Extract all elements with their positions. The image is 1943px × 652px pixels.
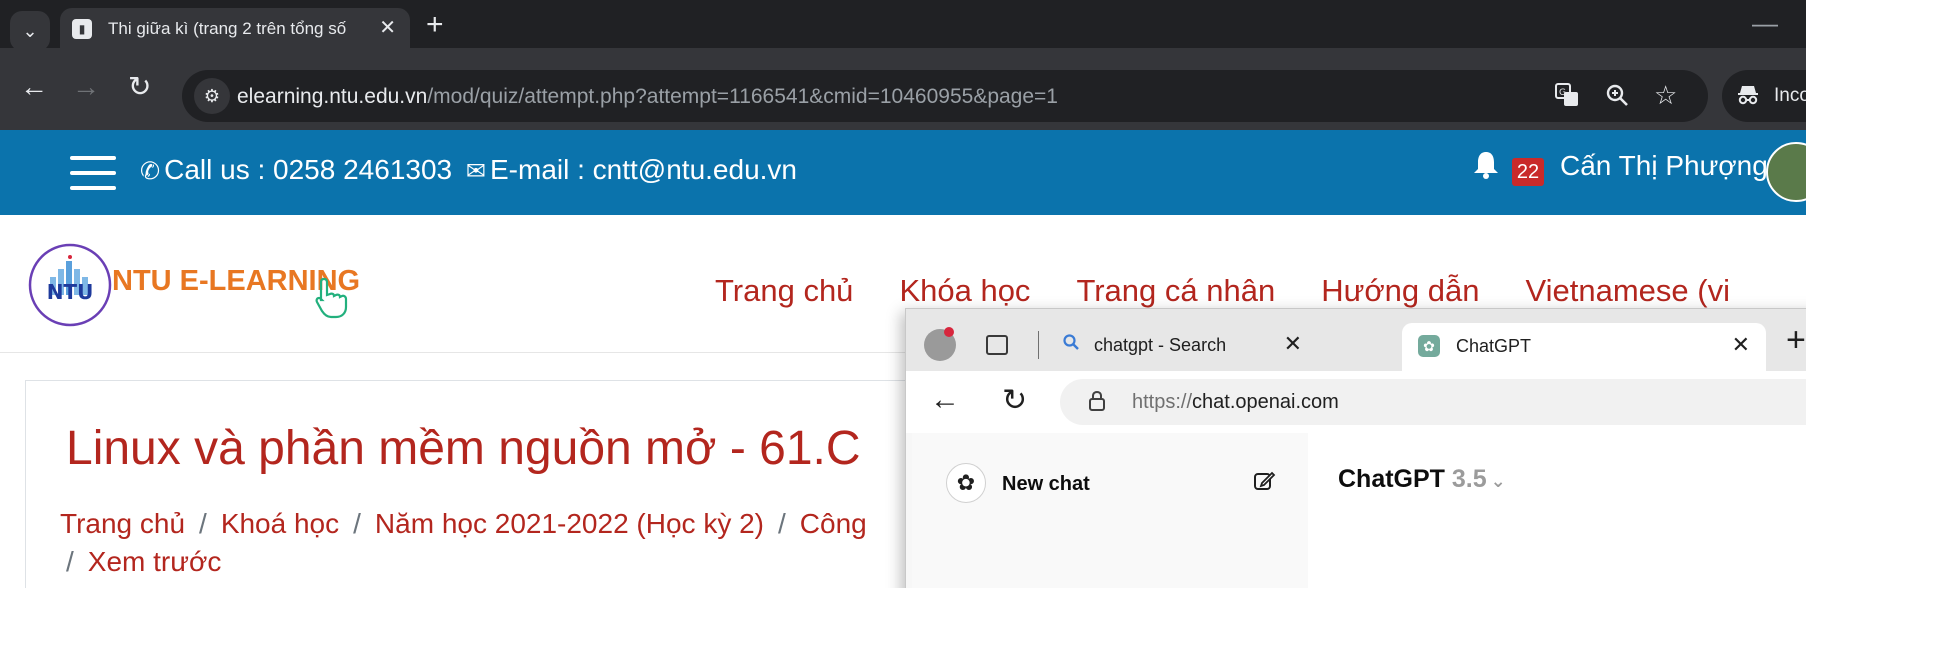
tab-close-icon[interactable]: ✕: [1284, 331, 1302, 357]
tab-actions-icon[interactable]: [986, 335, 1008, 355]
site-topbar: ✆ Call us : 0258 2461303 ✉ E-mail : cntt@n…: [0, 130, 1806, 215]
svg-text:G: G: [1559, 88, 1566, 98]
edge-tab-search-title: chatgpt - Search: [1094, 335, 1227, 355]
contact-phone: Call us : 0258 2461303: [164, 154, 453, 185]
bookmark-star-icon[interactable]: ☆: [1654, 80, 1677, 111]
hamburger-menu-icon[interactable]: [70, 156, 116, 190]
incognito-icon: [1736, 82, 1760, 112]
breadcrumb: Trang chủ / Khoá học / Năm học 2021-2022 (Họ…: [60, 505, 867, 577]
screen: ⌄ ▮ Thi giữa kì (trang 2 trên tổng số ✕ …: [0, 0, 1806, 588]
edge-address-bar[interactable]: https://chat.openai.com: [1060, 379, 1806, 425]
new-tab-plus-icon[interactable]: +: [1786, 321, 1806, 360]
avatar[interactable]: [1766, 142, 1806, 202]
url-scheme: https://: [1132, 391, 1193, 413]
breadcrumb-separator: /: [353, 508, 361, 539]
logo-abbr: NTU: [47, 280, 94, 304]
browser-tab-strip: ⌄ ▮ Thi giữa kì (trang 2 trên tổng số ✕ …: [0, 0, 1806, 51]
breadcrumb-separator: /: [199, 508, 207, 539]
breadcrumb-faculty[interactable]: Công: [800, 508, 867, 539]
edge-window: chatgpt - Search ✕ ✿ ChatGPT ✕ + ← ↻ htt…: [905, 308, 1806, 588]
contact-info: ✆ Call us : 0258 2461303 ✉ E-mail : cntt@n…: [140, 154, 797, 186]
breadcrumb-separator: /: [66, 546, 74, 577]
menu-item-courses[interactable]: Khóa học: [899, 273, 1030, 309]
edge-url[interactable]: https://chat.openai.com: [1132, 391, 1339, 414]
model-version: 3.5: [1451, 465, 1487, 493]
breadcrumb-home[interactable]: Trang chủ: [60, 508, 185, 539]
menu-item-guide[interactable]: Hướng dẫn: [1321, 273, 1479, 309]
moodle-favicon-icon: ▮: [72, 19, 92, 39]
edge-tab-chatgpt[interactable]: ✿ ChatGPT ✕: [1402, 323, 1766, 371]
envelope-icon: ✉: [465, 158, 486, 185]
url-path: /mod/quiz/attempt.php?attempt=1166541&cm…: [427, 85, 1058, 108]
new-chat-button[interactable]: New chat: [1002, 473, 1090, 496]
edit-pencil-icon[interactable]: [1252, 469, 1276, 500]
address-bar-url[interactable]: elearning.ntu.edu.vn/mod/quiz/attempt.ph…: [237, 85, 1058, 109]
url-host: elearning.ntu.edu.vn: [237, 85, 428, 108]
main-menu: Trang chủ Khóa học Trang cá nhân Hướng dẫn V…: [715, 273, 1776, 309]
profile-notification-dot: [944, 327, 954, 337]
menu-item-language[interactable]: Vietnamese (vi: [1526, 273, 1730, 309]
tab-close-icon[interactable]: ✕: [379, 15, 396, 40]
incognito-label: Inco: [1774, 85, 1806, 106]
back-arrow-icon[interactable]: ←: [930, 383, 960, 417]
incognito-profile-button[interactable]: Inco: [1722, 70, 1806, 122]
menu-item-home[interactable]: Trang chủ: [715, 273, 853, 309]
model-name: ChatGPT: [1338, 465, 1445, 493]
ntu-logo[interactable]: NTU: [28, 243, 112, 327]
browser-tab-active[interactable]: ▮ Thi giữa kì (trang 2 trên tổng số ✕: [60, 8, 410, 48]
chevron-down-icon: ⌄: [1490, 471, 1506, 491]
notification-count-badge[interactable]: 22: [1512, 158, 1544, 186]
breadcrumb-separator: /: [778, 508, 786, 539]
model-selector[interactable]: ChatGPT 3.5 ⌄: [1338, 465, 1506, 494]
site-info-icon[interactable]: ⚙: [194, 78, 230, 114]
url-host: chat.openai.com: [1192, 391, 1339, 413]
breadcrumb-year[interactable]: Năm học 2021-2022 (Học kỳ 2): [375, 508, 764, 539]
notification-bell-icon[interactable]: [1472, 150, 1500, 187]
new-tab-plus-icon[interactable]: +: [426, 8, 444, 42]
page-title: Linux và phần mềm nguồn mở - 61.C: [66, 422, 861, 475]
translate-icon[interactable]: G: [1554, 82, 1580, 115]
edge-toolbar: ← ↻ https://chat.openai.com: [906, 371, 1806, 433]
chatgpt-favicon-icon: ✿: [1418, 335, 1440, 357]
forward-arrow-icon[interactable]: →: [72, 71, 100, 103]
tab-close-icon[interactable]: ✕: [1732, 332, 1750, 358]
pointing-hand-icon: [312, 275, 356, 329]
tab-divider: [1038, 331, 1039, 359]
contact-email: E-mail : cntt@ntu.edu.vn: [490, 154, 798, 185]
breadcrumb-row-2: / Xem trước: [66, 543, 221, 581]
bing-search-icon: [1062, 333, 1080, 356]
lock-icon[interactable]: [1088, 390, 1106, 418]
chatgpt-sidebar: ✿ New chat: [912, 433, 1308, 588]
browser-toolbar: ← → ↻ ⚙ elearning.ntu.edu.vn/mod/quiz/at…: [0, 48, 1806, 130]
edge-tab-strip: chatgpt - Search ✕ ✿ ChatGPT ✕ +: [906, 309, 1806, 371]
window-minimize-icon[interactable]: —: [1752, 8, 1778, 39]
user-name[interactable]: Cấn Thị Phượng: [1560, 150, 1768, 182]
reload-icon[interactable]: ↻: [128, 71, 151, 103]
zoom-icon[interactable]: [1604, 82, 1630, 115]
menu-item-profile[interactable]: Trang cá nhân: [1076, 273, 1275, 309]
address-bar[interactable]: ⚙ elearning.ntu.edu.vn/mod/quiz/attempt.…: [182, 70, 1708, 122]
breadcrumb-courses[interactable]: Khoá học: [221, 508, 339, 539]
breadcrumb-preview[interactable]: Xem trước: [88, 546, 222, 577]
edge-tab-search[interactable]: chatgpt - Search ✕: [1054, 325, 1302, 365]
chatgpt-main: ChatGPT 3.5 ⌄: [1308, 433, 1806, 588]
back-arrow-icon[interactable]: ←: [20, 71, 48, 103]
reload-icon[interactable]: ↻: [1002, 383, 1027, 418]
tab-search-chevron-icon[interactable]: ⌄: [10, 11, 50, 51]
chatgpt-logo-icon[interactable]: ✿: [946, 463, 986, 503]
edge-tab-chatgpt-title: ChatGPT: [1456, 336, 1532, 356]
browser-tab-title: Thi giữa kì (trang 2 trên tổng số: [108, 19, 347, 38]
phone-icon: ✆: [140, 158, 161, 185]
